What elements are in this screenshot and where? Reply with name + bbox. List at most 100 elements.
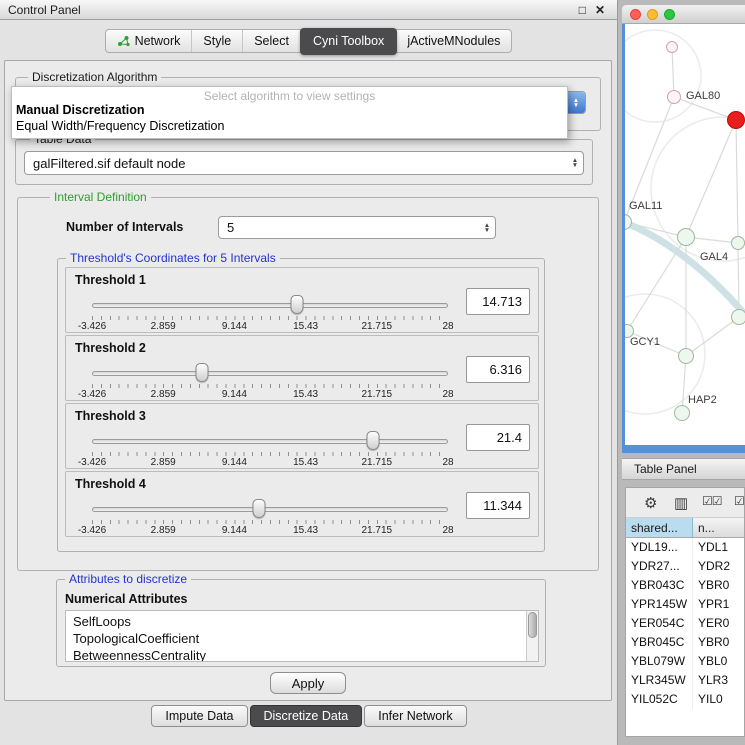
tab-cyni-toolbox[interactable]: Cyni Toolbox (300, 28, 397, 55)
table-cell[interactable]: YDR27... (626, 557, 693, 576)
table-cell[interactable]: YIL0 (693, 690, 744, 709)
table-cell[interactable]: YLR345W (626, 671, 693, 690)
table-cell[interactable]: YER054C (626, 614, 693, 633)
apply-button[interactable]: Apply (270, 672, 346, 694)
slider-track[interactable] (92, 303, 448, 308)
table-cell[interactable]: YDR2 (693, 557, 744, 576)
tab-select[interactable]: Select (243, 30, 301, 52)
table-row[interactable]: YDL19...YDL1 (626, 538, 744, 557)
control-panel-titlebar[interactable]: Control Panel □ ✕ (0, 0, 617, 20)
slider-track[interactable] (92, 507, 448, 512)
table-panel-header[interactable]: Table Panel (622, 458, 745, 480)
table-cell[interactable]: YDL1 (693, 538, 744, 557)
gear-icon[interactable]: ⚙ (644, 494, 657, 512)
table-cell[interactable]: YBR0 (693, 633, 744, 652)
popup-option-equal-width-frequency[interactable]: Equal Width/Frequency Discretization (12, 118, 567, 134)
table-cell[interactable]: YBR0 (693, 576, 744, 595)
combo-spinner-icon[interactable]: ▲▼ (566, 92, 585, 113)
select-columns-icon[interactable]: ☑☑ (702, 494, 722, 508)
restore-icon[interactable]: □ (579, 3, 586, 17)
combo-value: 5 (219, 220, 479, 235)
tab-label: Network (135, 34, 181, 48)
tick-label: -3.426 (78, 457, 106, 468)
tick-label: 15.43 (293, 525, 318, 536)
network-node[interactable] (677, 228, 695, 246)
table-data-combo[interactable]: galFiltered.sif default node ▲▼ (24, 151, 584, 175)
slider-thumb[interactable] (291, 295, 304, 314)
number-of-intervals-combo[interactable]: 5 ▲▼ (218, 216, 496, 239)
network-window-titlebar[interactable] (622, 5, 745, 24)
table-cell[interactable]: YBL079W (626, 652, 693, 671)
slider-track[interactable] (92, 439, 448, 444)
threshold-1-slider[interactable]: -3.4262.8599.14415.4321.71528 (92, 294, 448, 332)
network-node[interactable] (678, 348, 694, 364)
tick-label: 9.144 (222, 321, 247, 332)
close-traffic-light-icon[interactable] (630, 9, 641, 20)
popup-option-manual-discretization[interactable]: Manual Discretization (12, 102, 567, 118)
table-row[interactable]: YIL052CYIL0 (626, 690, 744, 709)
threshold-1-value-field[interactable] (466, 288, 530, 315)
slider-thumb[interactable] (196, 363, 209, 382)
columns-icon[interactable]: ▥ (674, 494, 688, 512)
combo-spinner-icon[interactable]: ▲▼ (479, 223, 495, 233)
table-cell[interactable]: YPR1 (693, 595, 744, 614)
threshold-3-value-field[interactable] (466, 424, 530, 451)
close-icon[interactable]: ✕ (595, 3, 605, 17)
network-node[interactable] (667, 90, 681, 104)
numerical-attributes-list[interactable]: SelfLoops TopologicalCoefficient Between… (65, 610, 539, 662)
slider-track[interactable] (92, 371, 448, 376)
table-cell[interactable]: YLR3 (693, 671, 744, 690)
list-item[interactable]: SelfLoops (73, 613, 524, 630)
list-item[interactable]: TopologicalCoefficient (73, 630, 524, 647)
network-canvas[interactable]: GAL80GAL11GAL4GCY1HAP2 (625, 24, 745, 445)
network-node[interactable] (727, 111, 745, 129)
tab-style[interactable]: Style (192, 30, 243, 52)
table-cell[interactable]: YBR043C (626, 576, 693, 595)
network-node[interactable] (674, 405, 690, 421)
column-header-shared-name[interactable]: shared... (626, 518, 693, 537)
table-cell[interactable]: YDL19... (626, 538, 693, 557)
network-node[interactable] (666, 41, 678, 53)
threshold-4-value-field[interactable] (466, 492, 530, 519)
tab-infer-network[interactable]: Infer Network (364, 705, 466, 727)
threshold-4-slider[interactable]: -3.4262.8599.14415.4321.71528 (92, 498, 448, 536)
network-node[interactable] (731, 309, 745, 325)
zoom-traffic-light-icon[interactable] (664, 9, 675, 20)
scrollbar-thumb[interactable] (528, 612, 537, 638)
threshold-3-slider[interactable]: -3.4262.8599.14415.4321.71528 (92, 430, 448, 468)
tab-discretize-data[interactable]: Discretize Data (250, 705, 363, 727)
minimize-traffic-light-icon[interactable] (647, 9, 658, 20)
table-cell[interactable]: YER0 (693, 614, 744, 633)
combo-spinner-icon[interactable]: ▲▼ (567, 158, 583, 168)
threshold-2-value-field[interactable] (466, 356, 530, 383)
table-row[interactable]: YLR345WYLR3 (626, 671, 744, 690)
tab-jactivemnodules[interactable]: jActiveMNodules (396, 30, 511, 52)
select-rows-icon[interactable]: ☑ (734, 494, 745, 508)
group-label: Interval Definition (50, 190, 151, 204)
table-row[interactable]: YPR145WYPR1 (626, 595, 744, 614)
slider-thumb[interactable] (253, 499, 266, 518)
slider-thumb[interactable] (367, 431, 380, 450)
table-cell[interactable]: YBR045C (626, 633, 693, 652)
table-row[interactable]: YDR27...YDR2 (626, 557, 744, 576)
group-label: Threshold's Coordinates for 5 Intervals (66, 251, 280, 265)
list-item[interactable]: BetweennessCentrality (73, 647, 524, 662)
slider-ticks (92, 452, 448, 456)
tab-network[interactable]: Network (106, 30, 193, 52)
column-header-name[interactable]: n... (693, 518, 744, 537)
table-cell[interactable]: YIL052C (626, 690, 693, 709)
tick-label: 28 (442, 389, 453, 400)
tab-impute-data[interactable]: Impute Data (151, 705, 247, 727)
threshold-2-slider[interactable]: -3.4262.8599.14415.4321.71528 (92, 362, 448, 400)
window-title: Control Panel (0, 3, 579, 17)
slider-ticks (92, 384, 448, 388)
network-view-window[interactable]: GAL80GAL11GAL4GCY1HAP2 (622, 5, 745, 453)
list-scrollbar[interactable] (526, 611, 538, 661)
table-cell[interactable]: YBL0 (693, 652, 744, 671)
table-cell[interactable]: YPR145W (626, 595, 693, 614)
table-row[interactable]: YBR045CYBR0 (626, 633, 744, 652)
table-row[interactable]: YBL079WYBL0 (626, 652, 744, 671)
network-node[interactable] (731, 236, 745, 250)
table-row[interactable]: YER054CYER0 (626, 614, 744, 633)
table-row[interactable]: YBR043CYBR0 (626, 576, 744, 595)
